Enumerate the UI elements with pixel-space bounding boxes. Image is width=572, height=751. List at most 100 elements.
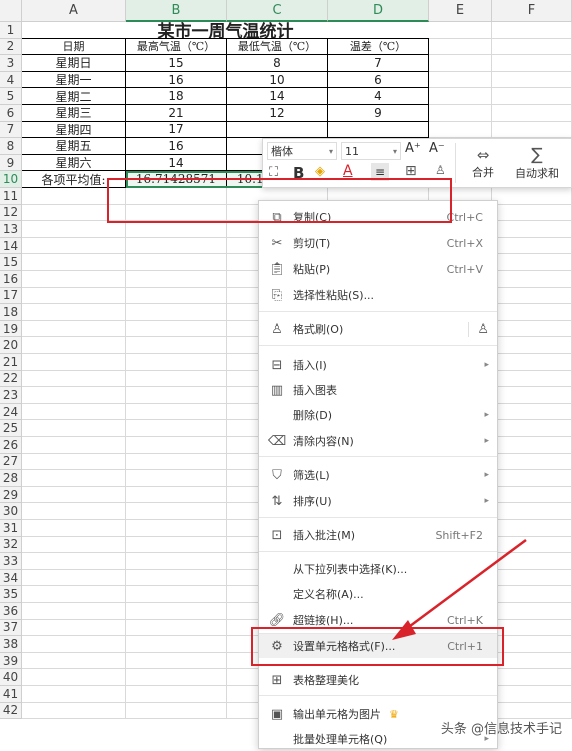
fill-color-icon[interactable]: ◈ <box>315 164 325 179</box>
row-header[interactable]: 30 <box>0 503 22 520</box>
grid-cell[interactable] <box>492 420 572 437</box>
row-header[interactable]: 16 <box>0 271 22 288</box>
grid-cell[interactable] <box>429 22 492 39</box>
menu-item-insert[interactable]: ⊟ 插入(I) ▸ <box>259 353 497 377</box>
grid-cell[interactable] <box>492 271 572 288</box>
grid-cell[interactable] <box>492 55 572 72</box>
grid-cell[interactable] <box>126 320 227 338</box>
table-cell[interactable]: 星期三 <box>22 105 126 122</box>
row-header[interactable]: 23 <box>0 387 22 404</box>
grid-cell[interactable] <box>22 569 126 587</box>
grid-cell[interactable] <box>492 320 572 338</box>
grid-cell[interactable] <box>22 586 126 603</box>
grid-cell[interactable] <box>492 287 572 305</box>
grid-cell[interactable] <box>22 221 126 238</box>
grid-cell[interactable] <box>492 553 572 570</box>
grow-font-button[interactable]: A⁺ <box>405 141 421 156</box>
grid-cell[interactable] <box>126 569 227 587</box>
row-header[interactable]: 14 <box>0 237 22 255</box>
grid-cell[interactable] <box>126 603 227 620</box>
table-cell[interactable]: 星期四 <box>22 121 126 139</box>
font-size-select[interactable]: 11 ▾ <box>341 142 401 160</box>
column-header[interactable]: B <box>126 0 227 22</box>
row-header[interactable]: 39 <box>0 652 22 670</box>
grid-cell[interactable] <box>22 536 126 554</box>
grid-cell[interactable] <box>22 354 126 371</box>
row-header[interactable]: 15 <box>0 254 22 271</box>
grid-cell[interactable] <box>126 370 227 388</box>
table-cell[interactable]: 星期五 <box>22 138 126 155</box>
column-header[interactable]: A <box>22 0 126 22</box>
grid-cell[interactable] <box>492 686 572 703</box>
column-header[interactable]: D <box>328 0 429 22</box>
font-select[interactable]: 楷体 ▾ <box>267 142 337 160</box>
grid-cell[interactable] <box>126 420 227 437</box>
row-header[interactable]: 27 <box>0 453 22 471</box>
grid-cell[interactable] <box>492 437 572 454</box>
table-cell[interactable]: 16 <box>126 71 227 89</box>
row-header[interactable]: 17 <box>0 287 22 305</box>
grid-cell[interactable] <box>22 686 126 703</box>
grid-cell[interactable] <box>22 237 126 255</box>
grid-cell[interactable] <box>492 354 572 371</box>
grid-cell[interactable] <box>492 652 572 670</box>
grid-cell[interactable] <box>126 536 227 554</box>
grid-cell[interactable] <box>492 237 572 255</box>
grid-cell[interactable] <box>492 536 572 554</box>
grid-cell[interactable] <box>22 403 126 421</box>
grid-cell[interactable] <box>429 121 492 139</box>
grid-cell[interactable] <box>22 486 126 504</box>
menu-item-filter[interactable]: ⛉ 筛选(L) ▸ <box>259 463 497 487</box>
grid-cell[interactable] <box>126 553 227 570</box>
menu-item-insert-comment[interactable]: ⊡ 插入批注(M) Shift+F2 <box>259 523 497 547</box>
grid-cell[interactable] <box>22 520 126 537</box>
grid-cell[interactable] <box>126 254 227 271</box>
grid-cell[interactable] <box>126 503 227 520</box>
grid-cell[interactable] <box>492 453 572 471</box>
menu-item-clear[interactable]: ⌫ 清除内容(N) ▸ <box>259 429 497 453</box>
row-header[interactable]: 37 <box>0 619 22 637</box>
grid-cell[interactable] <box>22 453 126 471</box>
grid-cell[interactable] <box>126 520 227 537</box>
grid-cell[interactable] <box>492 387 572 404</box>
grid-cell[interactable] <box>492 221 572 238</box>
menu-item-format-painter[interactable]: ♙ 格式刷(O) ♙ <box>259 317 497 341</box>
grid-cell[interactable] <box>22 437 126 454</box>
grid-cell[interactable] <box>126 237 227 255</box>
row-header[interactable]: 3 <box>0 55 22 72</box>
menu-item-delete[interactable]: 删除(D) ▸ <box>259 403 497 427</box>
grid-cell[interactable] <box>126 271 227 288</box>
row-header[interactable]: 28 <box>0 470 22 487</box>
row-header[interactable]: 6 <box>0 105 22 122</box>
table-cell[interactable]: 18 <box>126 88 227 105</box>
row-header[interactable]: 9 <box>0 154 22 172</box>
table-cell[interactable]: 15 <box>126 55 227 72</box>
grid-cell[interactable] <box>126 304 227 321</box>
table-cell[interactable]: 21 <box>126 105 227 122</box>
grid-cell[interactable] <box>492 121 572 139</box>
grid-cell[interactable] <box>22 636 126 653</box>
row-header[interactable]: 5 <box>0 88 22 105</box>
table-cell[interactable]: 9 <box>328 105 429 122</box>
table-cell[interactable]: 14 <box>227 88 328 105</box>
grid-cell[interactable] <box>126 702 227 720</box>
grid-cell[interactable] <box>492 470 572 487</box>
grid-cell[interactable] <box>126 337 227 354</box>
row-header[interactable]: 22 <box>0 370 22 388</box>
table-cell[interactable]: 14 <box>126 154 227 172</box>
row-header[interactable]: 10 <box>0 171 22 188</box>
grid-cell[interactable] <box>492 569 572 587</box>
grid-cell[interactable] <box>126 354 227 371</box>
grid-cell[interactable] <box>22 387 126 404</box>
grid-cell[interactable] <box>492 337 572 354</box>
row-header[interactable]: 33 <box>0 553 22 570</box>
grid-cell[interactable] <box>126 636 227 653</box>
grid-cell[interactable] <box>22 553 126 570</box>
grid-cell[interactable] <box>492 669 572 686</box>
grid-cell[interactable] <box>22 603 126 620</box>
row-header[interactable]: 11 <box>0 188 22 205</box>
row-header[interactable]: 32 <box>0 536 22 554</box>
row-header[interactable]: 19 <box>0 320 22 338</box>
grid-cell[interactable] <box>126 686 227 703</box>
table-cell[interactable]: 星期六 <box>22 154 126 172</box>
